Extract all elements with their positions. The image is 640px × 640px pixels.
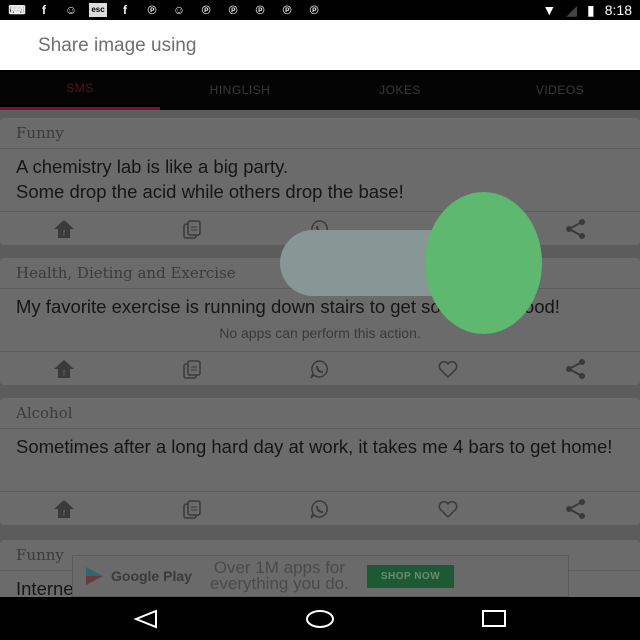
recents-icon[interactable] — [481, 609, 507, 629]
pinterest-icon: ℗ — [201, 3, 211, 17]
share-icon — [566, 498, 585, 519]
copy-button[interactable] — [128, 212, 256, 245]
facebook-share-icon: f — [54, 219, 74, 238]
facebook-icon: f — [123, 3, 127, 17]
green-overlay-shape — [425, 192, 542, 334]
tab-videos[interactable]: VIDEOS — [480, 70, 640, 110]
copy-button[interactable] — [128, 352, 256, 385]
divider — [0, 148, 640, 149]
divider — [0, 428, 640, 429]
signal-icon: ◢ — [566, 1, 578, 18]
tab-sms[interactable]: SMS — [0, 70, 160, 110]
pinterest-icon: ℗ — [255, 3, 265, 17]
cat-icon: ☺ — [64, 3, 78, 17]
pinterest-icon: ℗ — [228, 3, 238, 17]
home-icon[interactable] — [305, 609, 335, 629]
card-actions: f — [0, 491, 640, 525]
card-actions: f — [0, 351, 640, 385]
facebook-share-icon: f — [54, 359, 74, 378]
ad-brand: Google Play — [111, 568, 192, 584]
tab-jokes[interactable]: JOKES — [320, 70, 480, 110]
share-icon — [566, 218, 585, 239]
ad-banner[interactable]: Google Play Over 1M apps for everything y… — [72, 555, 569, 597]
copy-icon — [183, 219, 201, 239]
joke-card: Alcohol Sometimes after a long hard day a… — [0, 398, 640, 525]
pinterest-icon: ℗ — [309, 3, 319, 17]
no-apps-message: No apps can perform this action. — [219, 325, 421, 341]
navigation-bar — [0, 597, 640, 640]
pinterest-icon: ℗ — [282, 3, 292, 17]
share-icon — [566, 358, 585, 379]
back-icon[interactable] — [133, 609, 159, 629]
google-play-icon — [86, 567, 103, 585]
card-category: Funny — [16, 546, 64, 564]
whatsapp-button[interactable] — [256, 352, 384, 385]
whatsapp-button[interactable] — [256, 492, 384, 525]
share-sheet-title: Share image using — [38, 35, 197, 56]
copy-icon — [183, 359, 201, 379]
pinterest-icon: ℗ — [147, 3, 157, 17]
joke-card: Funny A chemistry lab is like a big party… — [0, 118, 640, 245]
shop-now-button[interactable]: SHOP NOW — [366, 564, 455, 588]
keyboard-icon: ⌨ — [8, 3, 26, 17]
facebook-share-icon: f — [54, 499, 74, 518]
heart-button[interactable] — [384, 352, 512, 385]
facebook-share-button[interactable]: f — [0, 492, 128, 525]
card-category: Alcohol — [16, 404, 73, 422]
share-sheet-header: Share image using — [0, 20, 640, 70]
tab-hinglish[interactable]: HINGLISH — [160, 70, 320, 110]
card-category: Health, Dieting and Exercise — [16, 264, 236, 282]
whatsapp-icon — [310, 359, 328, 379]
facebook-share-button[interactable]: f — [0, 352, 128, 385]
card-text: A chemistry lab is like a big party. Som… — [16, 156, 404, 202]
battery-icon: ▮ — [587, 1, 595, 18]
cat-icon: ☺ — [172, 3, 186, 17]
copy-icon — [183, 499, 201, 519]
ad-line-2: everything you do. — [209, 574, 349, 593]
share-button[interactable] — [512, 492, 640, 525]
heart-icon — [438, 500, 458, 518]
card-category: Funny — [16, 124, 64, 142]
heart-button[interactable] — [384, 492, 512, 525]
whatsapp-icon — [310, 499, 328, 519]
facebook-share-button[interactable]: f — [0, 212, 128, 245]
card-text: Sometimes after a long hard day at work,… — [16, 436, 613, 457]
tab-bar: SMS HINGLISH JOKES VIDEOS — [0, 70, 640, 110]
wifi-icon: ▼ — [542, 2, 557, 18]
share-button[interactable] — [512, 352, 640, 385]
facebook-icon: f — [42, 3, 46, 17]
esc-icon: esc — [89, 3, 107, 17]
status-bar: ⌨ f ☺ esc f ℗ ☺ ℗ ℗ ℗ ℗ ℗ ▼ ◢ ▮ 8:18 — [0, 0, 640, 20]
heart-icon — [438, 360, 458, 378]
copy-button[interactable] — [128, 492, 256, 525]
clock: 8:18 — [604, 2, 632, 18]
